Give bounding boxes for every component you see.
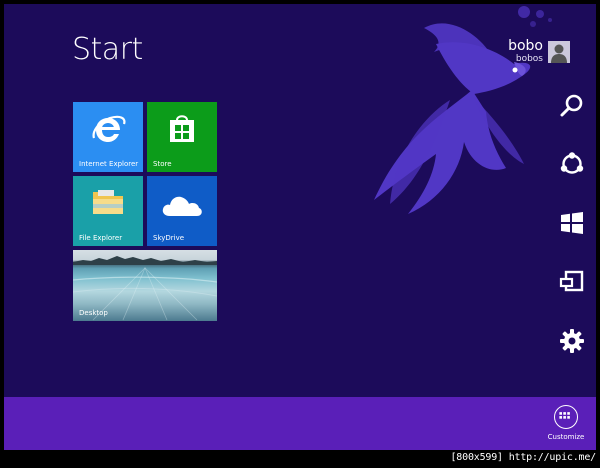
charm-devices[interactable] <box>559 269 585 295</box>
devices-icon <box>559 270 584 292</box>
internet-explorer-icon <box>92 115 126 142</box>
cloud-icon <box>162 196 202 216</box>
tile-store[interactable]: Store <box>147 102 217 172</box>
tile-label: Store <box>153 160 172 168</box>
charm-start[interactable] <box>559 210 585 236</box>
tile-label: SkyDrive <box>153 234 185 242</box>
share-icon <box>560 152 584 174</box>
charm-settings[interactable] <box>559 328 585 354</box>
tile-file-explorer[interactable]: File Explorer <box>73 176 143 246</box>
user-account[interactable]: bobo bobos <box>508 38 570 66</box>
start-screen: Start bobo bobos Internet Explorer Store… <box>4 4 596 450</box>
tile-skydrive[interactable]: SkyDrive <box>147 176 217 246</box>
store-bag-icon <box>170 115 194 142</box>
folder-icon <box>93 190 123 214</box>
user-avatar-icon <box>551 44 567 63</box>
customize-icon <box>554 405 578 429</box>
app-bar: Customize <box>4 397 596 450</box>
charm-search[interactable] <box>559 92 585 118</box>
avatar[interactable] <box>548 41 570 63</box>
customize-button[interactable]: Customize <box>546 405 586 441</box>
tile-desktop[interactable]: Desktop <box>73 250 217 321</box>
customize-label: Customize <box>547 433 585 441</box>
tile-label: Desktop <box>79 309 108 317</box>
search-icon <box>560 94 583 117</box>
tile-label: Internet Explorer <box>79 160 139 168</box>
watermark-text: [800x599] http://upic.me/ <box>450 452 596 463</box>
charm-share[interactable] <box>559 151 585 177</box>
windows-icon <box>561 212 583 234</box>
user-name: bobo <box>508 38 543 54</box>
start-title: Start <box>72 32 143 67</box>
user-account-name: bobos <box>515 54 543 64</box>
tile-label: File Explorer <box>79 234 123 242</box>
tile-internet-explorer[interactable]: Internet Explorer <box>73 102 143 172</box>
settings-icon <box>560 329 584 353</box>
